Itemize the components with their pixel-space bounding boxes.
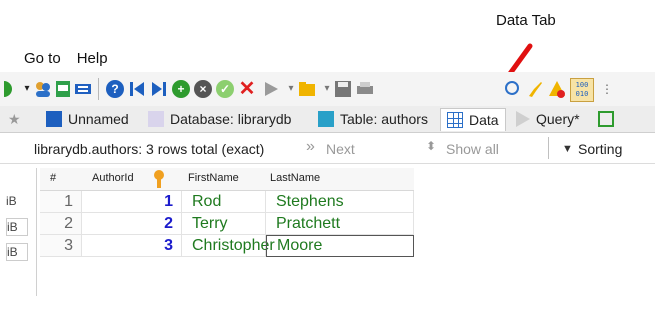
menu-bar: Go to Help <box>24 50 108 67</box>
open-folder-icon[interactable] <box>298 80 316 98</box>
row-number: 2 <box>40 213 82 235</box>
export-csv-icon[interactable] <box>54 80 72 98</box>
table-icon <box>318 111 334 127</box>
cell-lastname-focused[interactable]: Moore <box>266 235 414 257</box>
show-all-button[interactable]: Show all <box>446 141 499 157</box>
left-panel-item[interactable]: iB <box>6 218 28 236</box>
tab-label: Table: authors <box>340 111 428 127</box>
warning-icon[interactable] <box>548 80 566 98</box>
tab-label: Query* <box>536 111 580 127</box>
tab-data[interactable]: Data <box>440 108 506 131</box>
updown-icon: ⬍ <box>426 139 437 153</box>
left-panel-item[interactable]: iB <box>6 193 26 209</box>
user-manager-icon[interactable] <box>34 80 52 98</box>
cell-authorid[interactable]: 2 <box>82 213 182 235</box>
cell-lastname[interactable]: Pratchett <box>266 213 414 235</box>
annotation-label: Data Tab <box>496 12 556 29</box>
search-replace-icon[interactable] <box>504 80 522 98</box>
connection-icon <box>46 111 62 127</box>
tab-query[interactable]: Query* <box>516 108 580 130</box>
more-icon[interactable]: ⋮ <box>598 80 616 98</box>
tab-label: Unnamed <box>68 111 129 127</box>
tab-database[interactable]: Database: librarydb <box>148 108 291 130</box>
execute-icon[interactable] <box>262 80 280 98</box>
new-query-tab-icon[interactable] <box>598 108 620 130</box>
first-record-icon[interactable] <box>128 80 146 98</box>
column-header-rownum[interactable]: # <box>50 172 56 184</box>
help-icon[interactable]: ? <box>106 80 124 98</box>
query-icon <box>516 111 530 127</box>
row-number: 3 <box>40 235 82 257</box>
clean-icon[interactable] <box>526 80 544 98</box>
print-icon[interactable] <box>356 80 374 98</box>
row-number: 1 <box>40 191 82 213</box>
cell-firstname[interactable]: Rod <box>182 191 266 213</box>
tab-label: Data <box>469 112 499 128</box>
sorting-button[interactable]: Sorting <box>578 141 622 157</box>
grid-icon <box>447 112 463 128</box>
sorting-dropdown-icon: ▼ <box>562 143 573 155</box>
next-button[interactable]: Next <box>326 141 355 157</box>
pin-icon[interactable]: ★ <box>8 108 21 130</box>
cell-lastname[interactable]: Stephens <box>266 191 414 213</box>
column-header-firstname[interactable]: FirstName <box>188 172 239 184</box>
last-record-icon[interactable] <box>150 80 168 98</box>
menu-item-goto[interactable]: Go to <box>24 50 61 67</box>
add-row-icon[interactable]: + <box>172 80 190 98</box>
cell-authorid[interactable]: 1 <box>82 191 182 213</box>
left-panel-item[interactable]: iB <box>6 243 28 261</box>
tab-unnamed[interactable]: Unnamed <box>46 108 129 130</box>
cell-firstname[interactable]: Christopher <box>182 235 275 257</box>
cell-firstname[interactable]: Terry <box>182 213 266 235</box>
cancel-icon[interactable]: ✕ <box>238 79 256 99</box>
cell-authorid[interactable]: 3 <box>82 235 182 257</box>
row-count-summary: librarydb.authors: 3 rows total (exact) <box>34 141 265 157</box>
tab-label: Database: librarydb <box>170 111 292 127</box>
save-icon[interactable] <box>334 80 352 98</box>
tab-table[interactable]: Table: authors <box>318 108 428 130</box>
next-arrow-icon[interactable]: » <box>306 138 315 156</box>
binary-icon[interactable]: 100 010 <box>570 78 594 102</box>
delete-row-icon[interactable]: × <box>194 80 212 98</box>
column-header-lastname[interactable]: LastName <box>270 172 320 184</box>
sync-icon[interactable] <box>74 80 92 98</box>
refresh-icon[interactable] <box>0 80 18 98</box>
menu-item-help[interactable]: Help <box>77 50 108 67</box>
database-icon <box>148 111 164 127</box>
commit-icon[interactable]: ✓ <box>216 80 234 98</box>
column-header-authorid[interactable]: AuthorId <box>92 172 134 184</box>
